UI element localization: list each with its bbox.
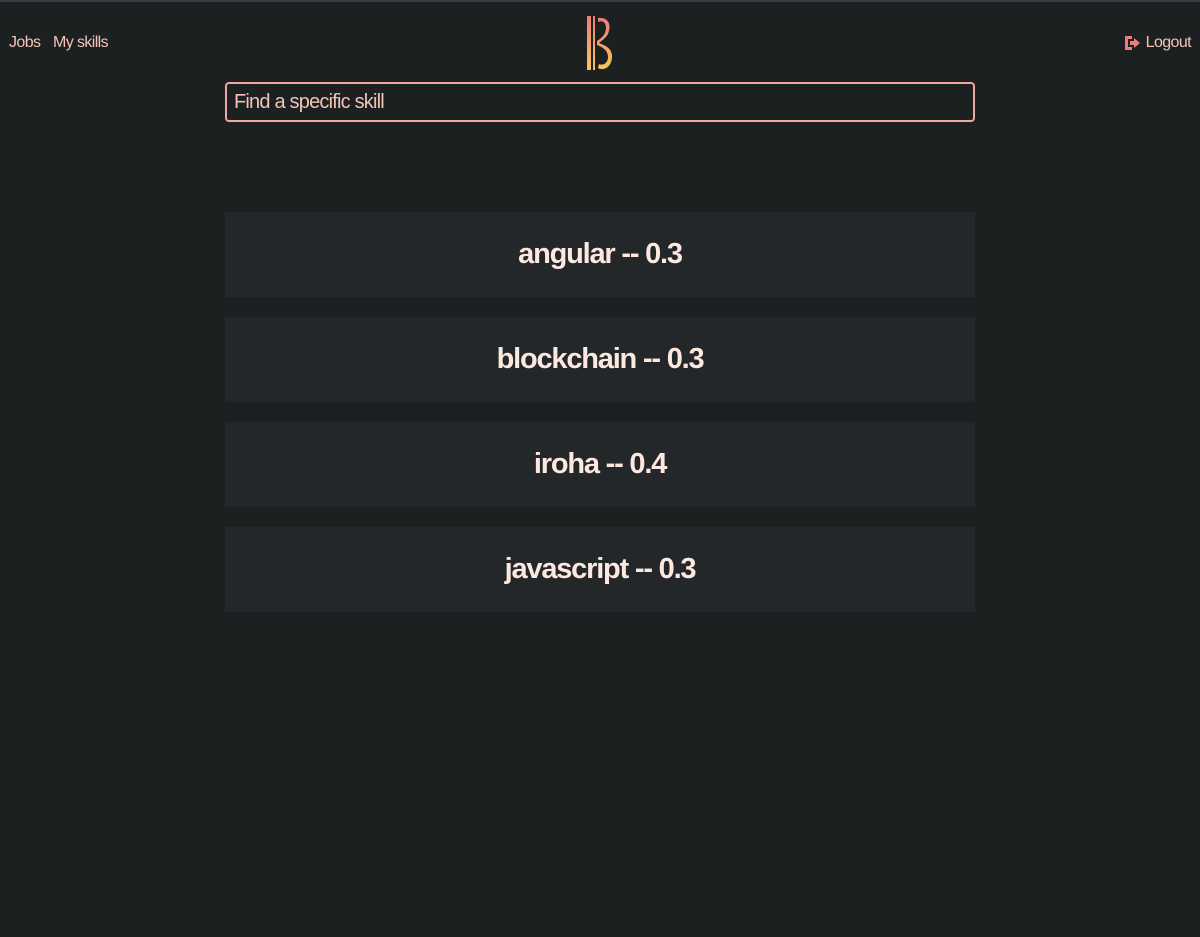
skill-list: angular -- 0.3 blockchain -- 0.3 iroha -… bbox=[225, 212, 975, 632]
skill-label: angular -- 0.3 bbox=[518, 238, 683, 270]
navbar: Jobs My skills Logout bbox=[0, 2, 1200, 84]
violin-logo-icon[interactable] bbox=[584, 14, 616, 72]
skill-label: javascript -- 0.3 bbox=[504, 553, 697, 585]
nav-jobs-link[interactable]: Jobs bbox=[9, 34, 41, 52]
skill-item-angular[interactable]: angular -- 0.3 bbox=[225, 212, 975, 297]
skill-item-javascript[interactable]: javascript -- 0.3 bbox=[225, 527, 975, 612]
skill-label: iroha -- 0.4 bbox=[533, 448, 667, 480]
nav-my-skills-link[interactable]: My skills bbox=[53, 34, 109, 52]
skill-search-input[interactable] bbox=[225, 82, 975, 122]
logout-icon bbox=[1123, 34, 1141, 52]
logout-button[interactable]: Logout bbox=[1123, 34, 1192, 52]
skill-item-blockchain[interactable]: blockchain -- 0.3 bbox=[225, 317, 975, 402]
skill-item-iroha[interactable]: iroha -- 0.4 bbox=[225, 422, 975, 507]
skill-label: blockchain -- 0.3 bbox=[496, 343, 705, 375]
logout-label: Logout bbox=[1145, 34, 1192, 51]
